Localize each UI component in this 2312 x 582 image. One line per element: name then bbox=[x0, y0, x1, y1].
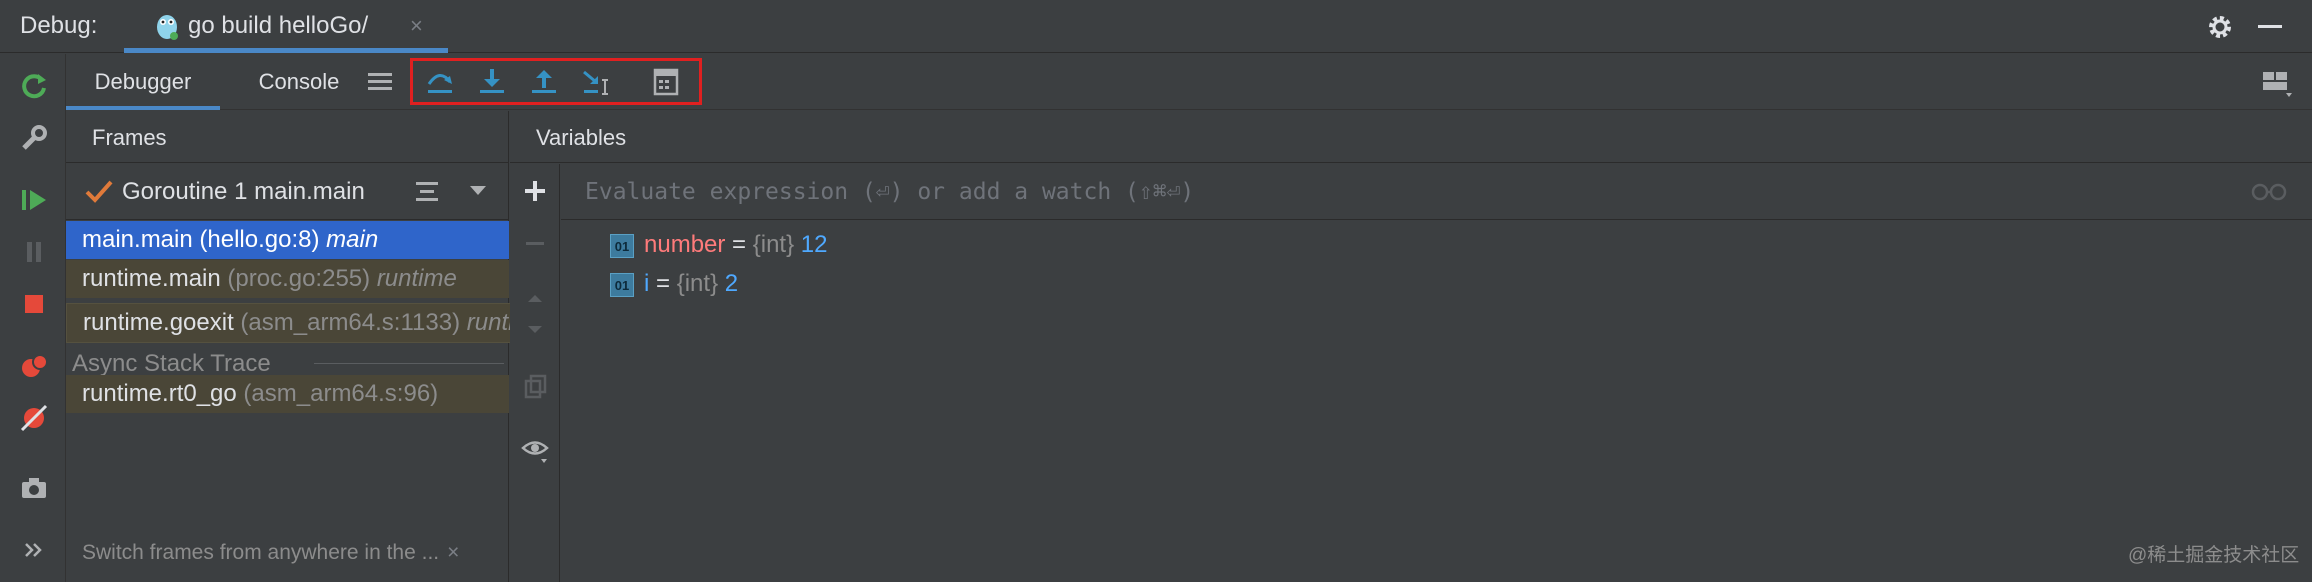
frame-package: runtime bbox=[376, 265, 457, 292]
eye-icon[interactable] bbox=[520, 434, 550, 464]
frame-func: runtime.rt0_go bbox=[82, 380, 237, 407]
step-into-icon[interactable] bbox=[476, 66, 508, 98]
frame-location: (asm_arm64.s:1133) bbox=[240, 309, 461, 336]
frame-location: (asm_arm64.s:96) bbox=[243, 380, 439, 407]
more-icon[interactable] bbox=[18, 534, 50, 566]
frame-location: (proc.go:255) bbox=[227, 265, 371, 292]
minimize-icon[interactable] bbox=[2258, 25, 2282, 28]
close-hint-icon[interactable]: × bbox=[447, 541, 459, 564]
variable-type: {int} bbox=[752, 231, 795, 258]
variable-eq: = bbox=[649, 270, 677, 297]
variables-panel: Variables Evaluate expression (⏎) or add… bbox=[510, 111, 2312, 582]
title-bar: Debug: go build helloGo/ × bbox=[0, 0, 2312, 53]
frame-location: (hello.go:8) bbox=[199, 226, 320, 253]
frame-func: runtime.goexit bbox=[83, 309, 234, 336]
gear-icon[interactable] bbox=[2206, 13, 2234, 41]
checkmark-icon bbox=[85, 180, 113, 203]
frames-header: Frames bbox=[66, 111, 508, 163]
evaluate-expression-icon[interactable] bbox=[650, 66, 682, 98]
variable-type: {int} bbox=[676, 270, 719, 297]
frame-func: runtime.main bbox=[82, 265, 221, 292]
variable-row[interactable]: 01 i = {int} 2 bbox=[610, 270, 738, 298]
variable-value: 12 bbox=[800, 231, 828, 258]
duplicate-watch-icon[interactable] bbox=[520, 372, 550, 402]
camera-icon[interactable] bbox=[18, 472, 50, 504]
move-up-icon[interactable] bbox=[520, 284, 550, 314]
mute-breakpoints-icon[interactable] bbox=[18, 402, 50, 434]
frame-row[interactable]: main.main (hello.go:8) main bbox=[66, 221, 509, 259]
wrench-icon[interactable] bbox=[18, 122, 50, 154]
debug-label: Debug: bbox=[20, 12, 98, 39]
step-over-icon[interactable] bbox=[424, 66, 456, 98]
frame-row[interactable]: runtime.main (proc.go:255) runtime bbox=[66, 260, 509, 298]
pause-icon[interactable] bbox=[18, 236, 50, 268]
run-config-tab[interactable]: go build helloGo/ × bbox=[124, 0, 448, 53]
variable-eq: = bbox=[725, 231, 753, 258]
left-toolbar bbox=[0, 54, 66, 582]
close-tab-icon[interactable]: × bbox=[410, 13, 423, 39]
int-variable-icon: 01 bbox=[610, 233, 634, 258]
debugger-toolbar: Debugger Console bbox=[66, 54, 2312, 110]
add-watch-icon[interactable] bbox=[520, 176, 550, 206]
variable-row[interactable]: 01 number = {int} 12 bbox=[610, 231, 828, 259]
frame-row[interactable]: runtime.rt0_go (asm_arm64.s:96) bbox=[66, 375, 509, 413]
frame-package: main bbox=[326, 226, 379, 253]
run-to-cursor-icon[interactable] bbox=[580, 66, 612, 98]
switch-frames-hint: Switch frames from anywhere in the ... × bbox=[82, 541, 459, 565]
glasses-icon[interactable] bbox=[2251, 183, 2287, 201]
variables-header: Variables bbox=[510, 111, 2312, 163]
step-out-icon[interactable] bbox=[528, 66, 560, 98]
chevron-down-icon[interactable] bbox=[470, 186, 486, 195]
async-stack-trace-label: Async Stack Trace bbox=[72, 350, 271, 377]
list-icon[interactable] bbox=[416, 182, 438, 202]
resume-icon[interactable] bbox=[18, 184, 50, 216]
frames-panel: Frames Goroutine 1 main.main main.main (… bbox=[66, 111, 509, 582]
int-variable-icon: 01 bbox=[610, 272, 634, 297]
show-execution-point-icon[interactable] bbox=[364, 66, 396, 98]
variables-side-toolbar bbox=[510, 164, 560, 582]
tab-debugger[interactable]: Debugger bbox=[66, 54, 220, 110]
hint-text: Switch frames from anywhere in the ... bbox=[82, 541, 440, 564]
variable-value: 2 bbox=[724, 270, 739, 297]
tab-console[interactable]: Console bbox=[244, 54, 354, 110]
gopher-icon bbox=[157, 15, 178, 40]
frame-func: main.main bbox=[82, 226, 193, 253]
run-config-title: go build helloGo/ bbox=[188, 12, 369, 39]
rerun-icon[interactable] bbox=[18, 70, 50, 102]
debug-window: Debug: go build helloGo/ × Debugger Cons… bbox=[0, 0, 2312, 582]
remove-watch-icon[interactable] bbox=[520, 228, 550, 258]
evaluate-expression-field[interactable]: Evaluate expression (⏎) or add a watch (… bbox=[561, 164, 2312, 220]
goroutine-selector[interactable]: Goroutine 1 main.main bbox=[66, 164, 508, 220]
evaluate-placeholder: Evaluate expression (⏎) or add a watch (… bbox=[585, 179, 1195, 205]
view-breakpoints-icon[interactable] bbox=[18, 350, 50, 382]
stop-icon[interactable] bbox=[18, 288, 50, 320]
watermark: @稀土掘金技术社区 bbox=[2128, 545, 2300, 566]
variable-name: number bbox=[644, 231, 726, 258]
layout-settings-icon[interactable] bbox=[2260, 66, 2292, 98]
async-divider bbox=[314, 363, 504, 364]
goroutine-label: Goroutine 1 main.main bbox=[122, 178, 365, 205]
move-down-icon[interactable] bbox=[520, 314, 550, 344]
